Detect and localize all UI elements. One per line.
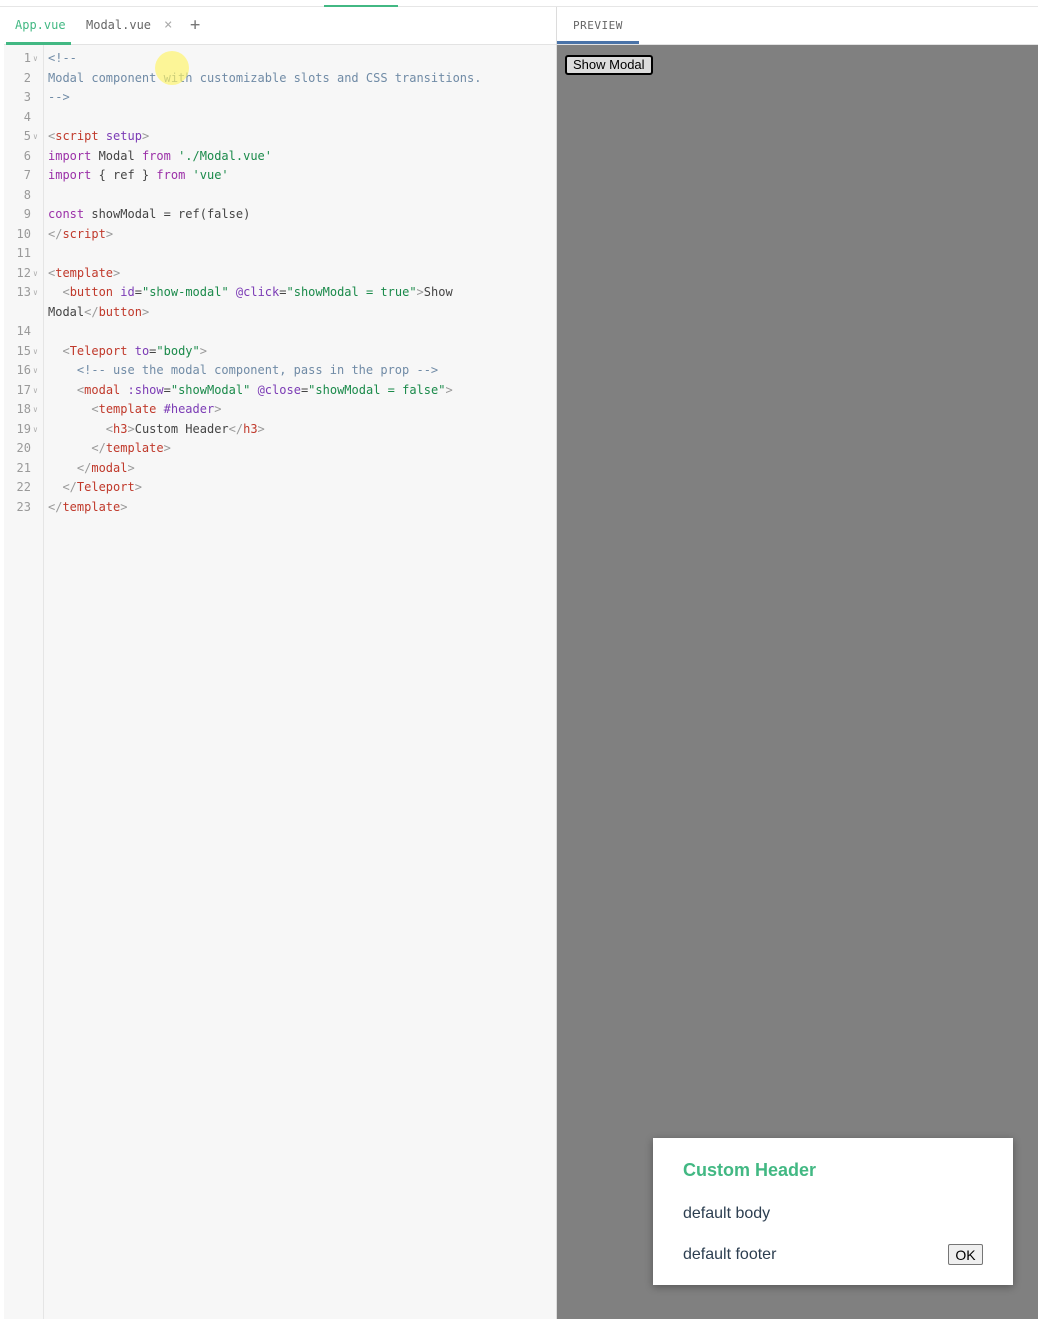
code-text: </template> xyxy=(48,499,128,514)
line-number: 15 xyxy=(16,343,31,358)
code-line: 19 ∨ <h3>Custom Header</h3> xyxy=(4,420,556,440)
code-text: <Teleport to="body"> xyxy=(48,343,207,358)
code-line: 5 ∨ <script setup> xyxy=(4,127,556,147)
show-modal-button[interactable]: Show Modal xyxy=(565,55,653,75)
code-text: </modal> xyxy=(48,460,135,475)
code-line: 14 xyxy=(4,322,556,342)
code-line: 9 const showModal = ref(false) xyxy=(4,205,556,225)
line-number: 5 xyxy=(23,129,31,143)
code-area[interactable]: 1 ∨ <!-- 2 Modal component with customizable… xyxy=(4,49,556,517)
fold-arrow-icon[interactable]: ∨ xyxy=(33,342,38,362)
line-number: 12 xyxy=(16,265,31,280)
fold-arrow-icon[interactable]: ∨ xyxy=(33,283,38,303)
fold-arrow-icon[interactable]: ∨ xyxy=(33,361,38,381)
code-line: 3 --> xyxy=(4,88,556,108)
code-text: const showModal = ref(false) xyxy=(48,207,251,221)
code-text: <!-- use the modal component, pass in th… xyxy=(48,363,439,377)
code-line: 15 ∨ <Teleport to="body"> xyxy=(4,342,556,362)
preview-pane: PREVIEW Show Modal Custom Header default… xyxy=(557,7,1038,1319)
code-line: 13 ∨ <button id="show-modal" @click="show… xyxy=(4,283,556,322)
line-number: 1 xyxy=(23,51,31,65)
code-text: <button id="show-modal" @click="showModa… xyxy=(48,285,460,319)
line-number: 19 xyxy=(16,421,31,436)
fold-arrow-icon[interactable]: ∨ xyxy=(33,264,38,284)
modal-footer: default footer xyxy=(683,1246,777,1263)
line-number: 4 xyxy=(23,109,31,124)
code-line: 22 </Teleport> xyxy=(4,478,556,498)
code-line: 18 ∨ <template #header> xyxy=(4,400,556,420)
close-icon[interactable]: × xyxy=(164,7,172,44)
code-line: 11 xyxy=(4,244,556,264)
line-number: 22 xyxy=(16,480,31,494)
fold-arrow-icon[interactable]: ∨ xyxy=(33,420,38,440)
code-line: 10 </script> xyxy=(4,225,556,245)
code-text: <h3>Custom Header</h3> xyxy=(48,421,265,436)
fold-arrow-icon[interactable]: ∨ xyxy=(33,49,38,69)
line-number: 20 xyxy=(16,441,31,455)
code-text: <template> xyxy=(48,265,121,280)
fold-arrow-icon[interactable]: ∨ xyxy=(33,127,38,147)
line-number: 9 xyxy=(23,207,31,221)
line-number: 6 xyxy=(23,148,31,163)
modal-body: default body xyxy=(683,1205,771,1222)
code-text: import { ref } from 'vue' xyxy=(48,168,229,182)
code-line: 17 ∨ <modal :show="showModal" @close="sho… xyxy=(4,381,556,401)
line-number: 7 xyxy=(23,168,31,182)
code-line: 16 ∨ <!-- use the modal component, pass i… xyxy=(4,361,556,381)
modal-dialog: Custom Header default body default foote… xyxy=(653,1138,1013,1285)
code-text: <modal :show="showModal" @close="showMod… xyxy=(48,382,453,397)
code-line: 20 </template> xyxy=(4,439,556,459)
code-line: 6 import Modal from './Modal.vue' xyxy=(4,147,556,167)
tab-modal-vue[interactable]: Modal.vue xyxy=(86,7,151,44)
code-text: <!-- xyxy=(48,51,77,65)
preview-tab-indicator xyxy=(557,41,639,44)
code-line: 4 xyxy=(4,108,556,128)
plus-icon[interactable]: + xyxy=(190,7,200,44)
code-text: </Teleport> xyxy=(48,480,142,494)
line-number: 2 xyxy=(23,70,31,85)
line-number: 11 xyxy=(16,246,31,260)
code-line: 1 ∨ <!-- xyxy=(4,49,556,69)
code-text: </script> xyxy=(48,226,114,241)
modal-header: Custom Header xyxy=(683,1160,817,1180)
ok-button[interactable]: OK xyxy=(948,1244,983,1265)
fold-arrow-icon[interactable]: ∨ xyxy=(33,400,38,420)
code-line: 8 xyxy=(4,186,556,206)
code-line: 12 ∨ <template> xyxy=(4,264,556,284)
line-number: 13 xyxy=(16,285,31,299)
code-editor-pane: App.vue Modal.vue × + 1 ∨ <!-- 2 Modal compo… xyxy=(4,7,557,1319)
code-line: 21 </modal> xyxy=(4,459,556,479)
code-line: 23 </template> xyxy=(4,498,556,518)
line-number: 10 xyxy=(16,226,31,241)
tab-app-vue[interactable]: App.vue xyxy=(6,7,71,45)
code-text: </template> xyxy=(48,441,171,455)
code-text: --> xyxy=(48,90,70,104)
line-number: 17 xyxy=(16,382,31,397)
code-line: 2 Modal component with customizable slots… xyxy=(4,69,556,89)
line-number: 14 xyxy=(16,324,31,338)
preview-tab-bar: PREVIEW xyxy=(557,7,1038,45)
line-number: 18 xyxy=(16,402,31,416)
fold-arrow-icon[interactable]: ∨ xyxy=(33,381,38,401)
code-text: <template #header> xyxy=(48,402,222,416)
line-number: 8 xyxy=(23,187,31,202)
line-number: 16 xyxy=(16,363,31,377)
file-tabs: App.vue Modal.vue × + xyxy=(4,7,556,45)
code-text: Modal component with customizable slots … xyxy=(48,70,482,85)
line-number: 21 xyxy=(16,460,31,475)
code-text: <script setup> xyxy=(48,129,150,143)
mouse-cursor-highlight xyxy=(155,51,189,85)
code-line: 7 import { ref } from 'vue' xyxy=(4,166,556,186)
line-number: 23 xyxy=(16,499,31,514)
code-text: import Modal from './Modal.vue' xyxy=(48,148,272,163)
line-number: 3 xyxy=(23,90,31,104)
tab-preview[interactable]: PREVIEW xyxy=(573,7,623,44)
